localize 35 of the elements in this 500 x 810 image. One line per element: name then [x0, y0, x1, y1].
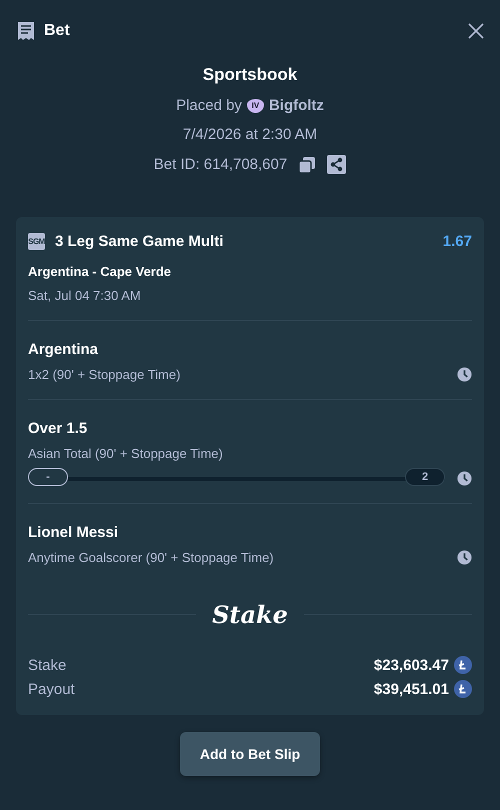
- brand-logo: Stake: [212, 600, 288, 629]
- amount-value: $39,451.01: [374, 680, 449, 698]
- bet-id: Bet ID: 614,708,607: [154, 156, 288, 173]
- close-button[interactable]: [468, 23, 484, 39]
- market-name: 1x2 (90' + Stoppage Time): [28, 367, 180, 382]
- market-name: Anytime Goalscorer (90' + Stoppage Time): [28, 550, 274, 565]
- clock-icon: [457, 471, 472, 486]
- receipt-icon: [16, 21, 36, 41]
- copy-button[interactable]: [298, 156, 316, 174]
- amount-value: $23,603.47: [374, 656, 449, 674]
- target-count: 2: [405, 468, 445, 486]
- coin-icon: [454, 680, 472, 698]
- sportsbook-title: Sportsbook: [202, 65, 298, 85]
- share-button[interactable]: [327, 155, 346, 174]
- placed-by-label: Placed by: [176, 97, 242, 114]
- event-name: Argentina - Cape Verde: [28, 264, 172, 279]
- selection-name: Argentina: [28, 341, 100, 358]
- bet-type: 3 Leg Same Game Multi: [55, 233, 224, 250]
- same-game-badge: SGM: [28, 233, 45, 250]
- rank-badge: IV: [246, 98, 264, 112]
- bet-date: 7/4/2026 at 2:30 AM: [182, 126, 318, 143]
- username-link[interactable]: Bigfoltz: [268, 97, 324, 114]
- selection-name: Lionel Messi: [28, 524, 120, 541]
- clock-icon: [457, 367, 472, 382]
- odds-value: 1.67: [442, 233, 472, 250]
- coin-icon: [454, 656, 472, 674]
- amount-label: Stake: [28, 656, 66, 674]
- market-name: Asian Total (90' + Stoppage Time): [28, 446, 223, 461]
- amount-label: Payout: [28, 680, 75, 698]
- clock-icon: [457, 550, 472, 565]
- progress-handle: -: [28, 468, 68, 486]
- event-time: Sat, Jul 04 7:30 AM: [28, 288, 142, 303]
- add-to-bet-slip-button[interactable]: Add to Bet Slip: [180, 732, 320, 776]
- selection-name: Over 1.5: [28, 420, 88, 437]
- dialog-title: Bet: [44, 22, 70, 40]
